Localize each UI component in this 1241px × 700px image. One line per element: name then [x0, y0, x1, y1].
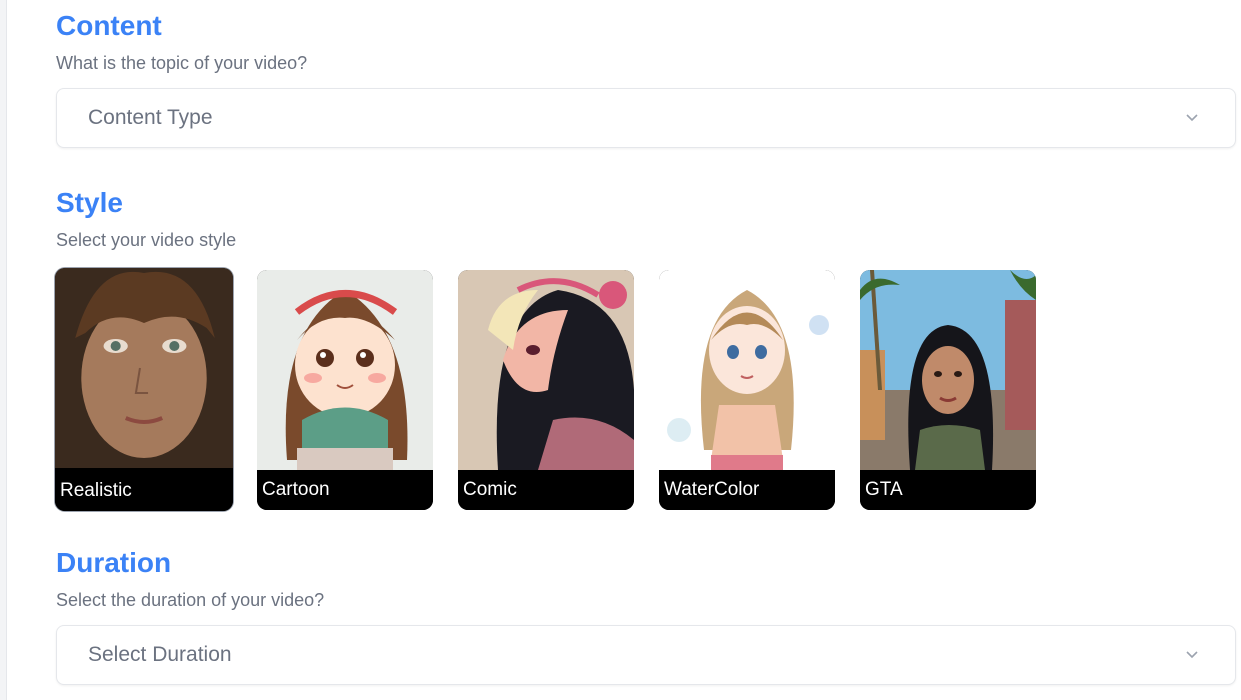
content-type-select[interactable]: Content Type	[56, 88, 1236, 148]
style-option-comic[interactable]: Comic	[458, 270, 634, 510]
style-question: Select your video style	[56, 230, 237, 250]
content-heading: Content	[56, 10, 162, 41]
realistic-thumbnail	[55, 268, 233, 468]
watercolor-thumbnail	[659, 270, 835, 470]
content-question: What is the topic of your video?	[56, 53, 308, 73]
style-option-label: WaterColor	[659, 470, 835, 510]
gta-thumbnail	[860, 270, 1036, 470]
duration-select[interactable]: Select Duration	[56, 625, 1236, 685]
style-option-cartoon[interactable]: Cartoon	[257, 270, 433, 510]
duration-heading: Duration	[56, 547, 172, 578]
chevron-down-icon	[1186, 114, 1198, 122]
style-option-label: Cartoon	[257, 470, 433, 510]
comic-thumbnail	[458, 270, 634, 470]
style-heading: Style	[56, 187, 123, 218]
chevron-down-icon	[1186, 651, 1198, 659]
style-option-watercolor[interactable]: WaterColor	[659, 270, 835, 510]
content-type-placeholder: Content Type	[88, 106, 213, 129]
style-option-label: Realistic	[55, 471, 233, 511]
style-option-gta[interactable]: GTA	[860, 270, 1036, 510]
duration-placeholder: Select Duration	[88, 643, 232, 666]
cartoon-thumbnail	[257, 270, 433, 470]
page-left-border	[0, 0, 7, 700]
style-option-label: Comic	[458, 470, 634, 510]
duration-question: Select the duration of your video?	[56, 590, 325, 610]
style-option-realistic[interactable]: Realistic	[55, 268, 233, 511]
style-option-label: GTA	[860, 470, 1036, 510]
